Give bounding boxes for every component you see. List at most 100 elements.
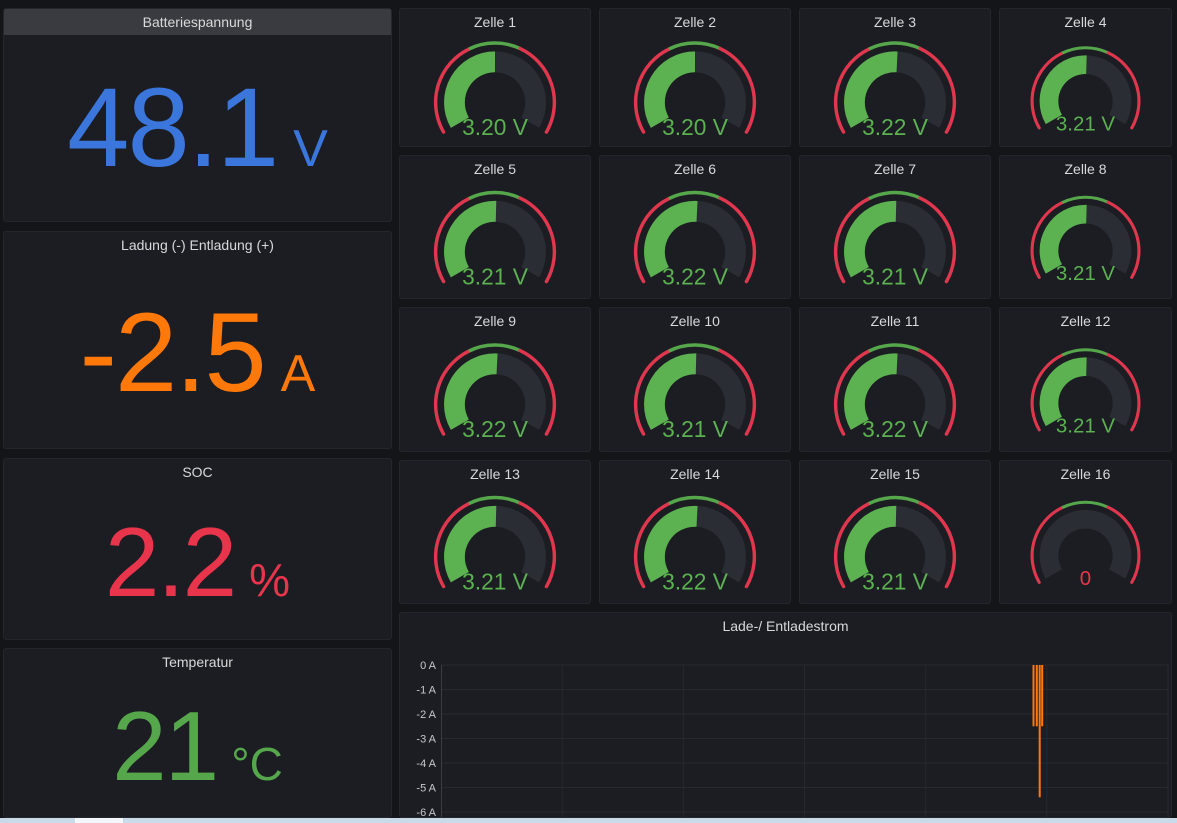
gauge-threshold-ring-ok <box>669 497 720 503</box>
panel-batteriespannung: Batteriespannung 48.1 V <box>3 8 392 222</box>
panel-zelle-4: Zelle 4 3.21 V <box>999 8 1172 147</box>
gauge-threshold-ring-ok <box>1062 197 1108 202</box>
gauge-track-arc <box>1049 519 1122 574</box>
panel-zelle-6: Zelle 63.22 V <box>599 155 791 299</box>
dashboard: Batteriespannung 48.1 V Ladung (-) Entla… <box>0 0 1177 823</box>
panel-zelle-1: Zelle 1 3.20 V <box>399 8 591 147</box>
gauge-value-text: 3.22 V <box>662 569 729 595</box>
panel-zelle-8: Zelle 8 3.21 V <box>999 155 1172 299</box>
panel-zelle-16: Zelle 160 <box>999 460 1172 604</box>
y-axis-tick-label: 0 A <box>420 660 437 672</box>
gauge: 3.21 V <box>1000 182 1171 298</box>
panel-header-zelle-9[interactable]: Zelle 9 <box>400 308 590 334</box>
panel-header-zelle-16[interactable]: Zelle 16 <box>1000 461 1171 487</box>
stat-unit: V <box>293 123 328 175</box>
gauge: 3.22 V <box>600 487 790 603</box>
panel-header-zelle-4[interactable]: Zelle 4 <box>1000 9 1171 35</box>
panel-header-zelle-6[interactable]: Zelle 6 <box>600 156 790 182</box>
stat-number: 2.2 <box>105 513 235 611</box>
panel-title-text: Zelle 5 <box>474 161 516 177</box>
panel-header-lade-entladestrom[interactable]: Lade-/ Entladestrom <box>400 613 1171 639</box>
gauge: 3.22 V <box>800 35 990 146</box>
gauge-value-text: 3.21 V <box>862 569 929 595</box>
stat-number: 21 <box>112 697 217 795</box>
gauge-value-text: 3.22 V <box>462 416 529 442</box>
stat-unit: % <box>249 557 290 603</box>
panel-header-zelle-1[interactable]: Zelle 1 <box>400 9 590 35</box>
panel-zelle-11: Zelle 113.22 V <box>799 307 991 452</box>
panel-header-batteriespannung[interactable]: Batteriespannung <box>4 9 391 35</box>
stat-body: 2.2 % <box>4 485 391 639</box>
gauge-value-text: 3.20 V <box>662 114 729 140</box>
gauge-threshold-ring-ok <box>469 497 520 503</box>
panel-zelle-12: Zelle 123.21 V <box>999 307 1172 452</box>
panel-title-text: Zelle 4 <box>1064 14 1106 30</box>
panel-header-zelle-14[interactable]: Zelle 14 <box>600 461 790 487</box>
panel-header-zelle-13[interactable]: Zelle 13 <box>400 461 590 487</box>
gauge-value-text: 3.22 V <box>862 114 929 140</box>
gauge: 3.21 V <box>1000 35 1171 146</box>
panel-title-text: Zelle 7 <box>874 161 916 177</box>
panel-header-zelle-3[interactable]: Zelle 3 <box>800 9 990 35</box>
stat-number: -2.5 <box>80 297 265 409</box>
gauge: 3.20 V <box>400 35 590 146</box>
gauge-value-text: 3.21 V <box>862 264 929 290</box>
panel-title-text: Batteriespannung <box>143 14 253 30</box>
panel-temperatur: Temperatur 21 °C <box>3 648 392 818</box>
panel-header-zelle-11[interactable]: Zelle 11 <box>800 308 990 334</box>
panel-header-temperatur[interactable]: Temperatur <box>4 649 391 675</box>
stat-body: -2.5 A <box>4 258 391 448</box>
panel-header-zelle-10[interactable]: Zelle 10 <box>600 308 790 334</box>
panel-header-zelle-2[interactable]: Zelle 2 <box>600 9 790 35</box>
gauge-threshold-ring-ok <box>669 345 720 351</box>
gauge: 3.22 V <box>400 334 590 451</box>
stat-body: 48.1 V <box>4 35 391 221</box>
stat-body: 21 °C <box>4 675 391 817</box>
gauge-threshold-ring-ok <box>1062 48 1108 53</box>
panel-zelle-3: Zelle 3 3.22 V <box>799 8 991 147</box>
panel-header-ladung-entladung[interactable]: Ladung (-) Entladung (+) <box>4 232 391 258</box>
panel-title-text: Zelle 11 <box>871 313 920 329</box>
gauge-threshold-ring-ok <box>869 345 920 351</box>
panel-header-zelle-8[interactable]: Zelle 8 <box>1000 156 1171 182</box>
panel-zelle-13: Zelle 133.21 V <box>399 460 591 604</box>
gauge-value-text: 3.21 V <box>462 264 529 290</box>
scrollbar-thumb[interactable] <box>75 818 123 823</box>
panel-title-text: Zelle 13 <box>470 466 520 482</box>
panel-title-text: Zelle 9 <box>474 313 516 329</box>
gauge-threshold-ring-ok <box>469 345 520 351</box>
y-axis-tick-label: -1 A <box>416 685 436 697</box>
gauge: 3.22 V <box>600 182 790 298</box>
panel-title-text: Zelle 14 <box>670 466 720 482</box>
gauge: 3.21 V <box>400 182 590 298</box>
stat-number: 48.1 <box>67 72 277 184</box>
gauge-value-text: 3.21 V <box>662 416 729 442</box>
panel-title-text: Zelle 12 <box>1061 313 1111 329</box>
panel-zelle-10: Zelle 10 3.21 V <box>599 307 791 452</box>
panel-zelle-2: Zelle 2 3.20 V <box>599 8 791 147</box>
stat-value-batteriespannung: 48.1 V <box>67 72 328 184</box>
gauge: 3.21 V <box>600 334 790 451</box>
gauge-value-text: 3.21 V <box>1056 262 1116 285</box>
time-series-chart[interactable]: 0 A-1 A-2 A-3 A-4 A-5 A-6 A <box>400 639 1171 817</box>
panel-title-text: Zelle 1 <box>474 14 516 30</box>
panel-header-soc[interactable]: SOC <box>4 459 391 485</box>
stat-value-ladung: -2.5 A <box>80 297 316 409</box>
panel-lade-entladestrom: Lade-/ Entladestrom 0 A-1 A-2 A-3 A-4 A-… <box>399 612 1172 818</box>
panel-title-text: Zelle 2 <box>674 14 716 30</box>
y-axis-tick-label: -3 A <box>416 734 436 746</box>
panel-zelle-9: Zelle 9 3.22 V <box>399 307 591 452</box>
panel-zelle-7: Zelle 7 3.21 V <box>799 155 991 299</box>
y-axis-tick-label: -5 A <box>416 783 436 795</box>
stat-value-soc: 2.2 % <box>105 513 290 611</box>
y-axis-tick-label: -2 A <box>416 709 436 721</box>
gauge-threshold-ring-ok <box>469 43 520 49</box>
horizontal-scrollbar[interactable] <box>0 818 1177 823</box>
panel-header-zelle-15[interactable]: Zelle 15 <box>800 461 990 487</box>
panel-header-zelle-7[interactable]: Zelle 7 <box>800 156 990 182</box>
panel-zelle-15: Zelle 15 3.21 V <box>799 460 991 604</box>
stat-unit: A <box>281 348 316 400</box>
gauge-threshold-ring-ok <box>669 192 720 198</box>
panel-header-zelle-5[interactable]: Zelle 5 <box>400 156 590 182</box>
panel-header-zelle-12[interactable]: Zelle 12 <box>1000 308 1171 334</box>
